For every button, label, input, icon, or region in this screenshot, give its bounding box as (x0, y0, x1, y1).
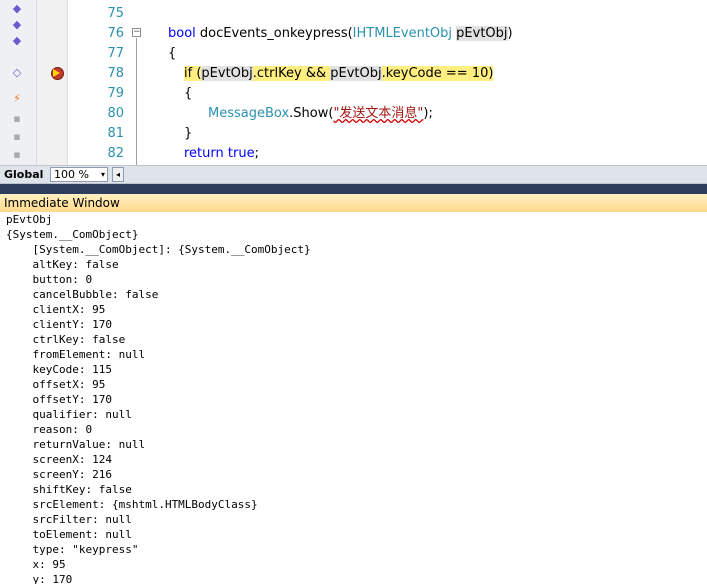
code-token: pEvtObj (201, 66, 253, 81)
field-icon[interactable]: ▪ (10, 112, 24, 126)
line-number: 75 (107, 6, 124, 21)
immediate-window-header[interactable]: Immediate Window (0, 194, 707, 213)
code-text-area[interactable]: bool docEvents_onkeypress(IHTMLEventObj … (168, 0, 707, 165)
output-line: cancelBubble: false (6, 288, 159, 301)
output-line: srcElement: {mshtml.HTMLBodyClass} (6, 498, 258, 511)
code-token: ) (507, 26, 513, 41)
splitter[interactable] (0, 184, 707, 194)
code-token: if (184, 66, 193, 81)
code-token: bool (168, 26, 196, 41)
output-line: qualifier: null (6, 408, 132, 421)
property-icon[interactable]: ◇ (10, 66, 24, 80)
field-icon[interactable]: ▪ (10, 148, 24, 162)
output-line: x: 95 (6, 558, 66, 571)
toolbox-strip: ◆ ◆ ◆ ◇ ⚡ ▪ ▪ ▪ (0, 0, 37, 165)
code-line-81[interactable]: } (184, 124, 707, 144)
code-line-76[interactable]: bool docEvents_onkeypress(IHTMLEventObj … (168, 24, 707, 44)
collapse-region-icon[interactable]: − (132, 28, 141, 37)
code-token: return (184, 146, 224, 161)
code-line-80[interactable]: MessageBox.Show("发送文本消息"); (208, 104, 707, 124)
code-token: pEvtObj (330, 66, 382, 81)
editor-status-bar: Global 100 % ▾ ◂ (0, 165, 707, 184)
code-line-79[interactable]: { (184, 84, 707, 104)
line-number: 78 (107, 66, 124, 81)
output-line: {System.__ComObject} (6, 228, 139, 241)
output-line: pEvtObj (6, 213, 53, 226)
output-line: altKey: false (6, 258, 119, 271)
line-number: 77 (107, 46, 124, 61)
code-token: MessageBox (208, 106, 290, 121)
output-line: offsetY: 170 (6, 393, 112, 406)
member-icon[interactable]: ◆ (10, 2, 24, 16)
member-icon[interactable]: ◆ (10, 18, 24, 32)
immediate-window-title: Immediate Window (4, 196, 120, 210)
output-line: type: "keypress" (6, 543, 139, 556)
code-editor[interactable]: ◆ ◆ ◆ ◇ ⚡ ▪ ▪ ▪ 75 76 77 78 79 80 81 82 … (0, 0, 707, 165)
code-token: true (223, 146, 255, 161)
code-token: "发送文本消息" (333, 106, 424, 121)
output-line: y: 170 (6, 573, 73, 584)
output-line: [System.__ComObject]: {System.__ComObjec… (6, 243, 311, 256)
output-line: clientY: 170 (6, 318, 112, 331)
chevron-down-icon[interactable]: ▾ (101, 168, 105, 181)
code-token: } (184, 126, 193, 141)
line-number: 79 (107, 86, 124, 101)
field-icon[interactable]: ▪ (10, 130, 24, 144)
code-token: ; (254, 146, 259, 161)
output-line: keyCode: 115 (6, 363, 112, 376)
code-token: IHTMLEventObj (352, 26, 453, 41)
output-line: screenY: 216 (6, 468, 112, 481)
outline-guide (136, 38, 137, 165)
line-number: 80 (107, 106, 124, 121)
event-icon[interactable]: ⚡ (10, 92, 24, 106)
line-number: 81 (107, 126, 124, 141)
output-line: returnValue: null (6, 438, 146, 451)
code-token: .Show( (289, 106, 334, 121)
code-token: docEvents_onkeypress( (195, 26, 353, 41)
current-statement-arrow-icon (53, 69, 60, 77)
output-line: reason: 0 (6, 423, 93, 436)
code-token: { (168, 46, 177, 61)
output-line: offsetX: 95 (6, 378, 106, 391)
output-line: srcFilter: null (6, 513, 132, 526)
code-token: pEvtObj (456, 26, 508, 41)
line-number: 82 (107, 146, 124, 161)
output-line: toElement: null (6, 528, 132, 541)
output-line: button: 0 (6, 273, 93, 286)
line-number: 76 (107, 26, 124, 41)
member-icon[interactable]: ◆ (10, 34, 24, 48)
output-line: clientX: 95 (6, 303, 106, 316)
indicator-margin[interactable] (37, 0, 68, 165)
immediate-window-output[interactable]: pEvtObj {System.__ComObject} [System.__C… (0, 212, 707, 584)
code-token: .keyCode == 10) (381, 66, 494, 81)
scroll-left-arrow-icon[interactable]: ◂ (112, 167, 124, 182)
scope-label: Global (4, 168, 44, 181)
output-line: shiftKey: false (6, 483, 132, 496)
code-token: { (184, 86, 193, 101)
code-line-77[interactable]: { (168, 44, 707, 64)
code-token: ); (423, 106, 433, 121)
zoom-value: 100 % (54, 168, 89, 181)
line-number-gutter: 75 76 77 78 79 80 81 82 (68, 0, 124, 165)
zoom-dropdown[interactable]: 100 % ▾ (50, 167, 108, 182)
output-line: screenX: 124 (6, 453, 112, 466)
output-line: fromElement: null (6, 348, 146, 361)
code-line-82[interactable]: return true; (184, 144, 707, 164)
code-token: .ctrlKey && (252, 66, 331, 81)
output-line: ctrlKey: false (6, 333, 126, 346)
code-line-78[interactable]: if (pEvtObj.ctrlKey && pEvtObj.keyCode =… (184, 64, 707, 84)
